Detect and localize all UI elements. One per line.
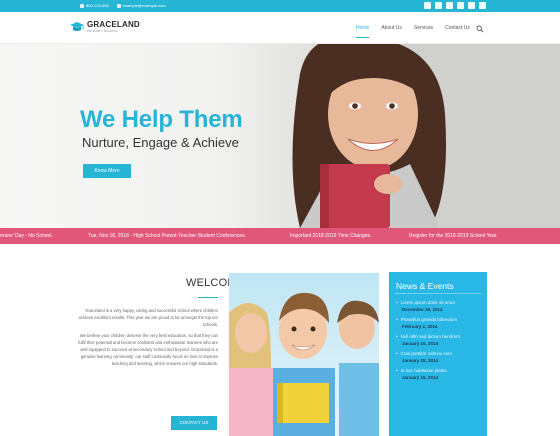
hero-title: We Help Them xyxy=(80,106,243,133)
brand-tagline: PRIMARY SCHOOL xyxy=(87,29,119,33)
ticker-item[interactable]: eterans' Day - No School. xyxy=(0,228,53,244)
news-ticker: eterans' Day - No School. Tue, Nov 18, 2… xyxy=(0,228,560,244)
news-events-panel: News & Events Lorem ipsum dolor sit amet… xyxy=(389,272,487,436)
twitter-icon[interactable] xyxy=(435,2,442,9)
news-item[interactable]: Nisl nibh sed dictum hendrerit January 1… xyxy=(396,334,482,347)
facebook-icon[interactable] xyxy=(424,2,431,9)
contact-info: 800-123-456 example@example.com xyxy=(80,0,166,12)
welcome-text: Graceland is a very happy, caring and su… xyxy=(72,307,218,371)
email-contact[interactable]: example@example.com xyxy=(116,0,166,12)
nav-contact-us[interactable]: Contact Us xyxy=(445,25,470,34)
logo[interactable]: GRACELAND PRIMARY SCHOOL xyxy=(70,21,140,33)
site-header: GRACELAND PRIMARY SCHOOL Home About Us S… xyxy=(0,12,560,44)
news-item-date: December 29, 2014 xyxy=(402,306,443,312)
brand-name: GRACELAND xyxy=(87,20,140,29)
google-plus-icon[interactable] xyxy=(457,2,464,9)
mail-icon xyxy=(116,4,121,8)
news-item[interactable]: Lorem ipsum dolor sit amet December 29, … xyxy=(396,300,482,313)
welcome-paragraph: Graceland is a very happy, caring and su… xyxy=(78,308,218,327)
nav-home[interactable]: Home xyxy=(356,25,370,38)
kids-photo xyxy=(229,273,379,436)
social-links xyxy=(424,2,486,9)
kids-image xyxy=(229,292,379,436)
phone-contact[interactable]: 800-123-456 xyxy=(80,0,109,12)
search-icon[interactable] xyxy=(476,25,484,33)
news-item-date: January 15, 2014 xyxy=(402,340,439,346)
nav-about-us[interactable]: About Us xyxy=(381,25,402,34)
news-item-date: February 2, 2014 xyxy=(402,323,438,329)
ticker-item[interactable]: Important 2018-2019 Time Changes. xyxy=(290,228,371,244)
news-item[interactable]: Cras porttitor velit eu sem January 15, … xyxy=(396,351,482,364)
linkedin-icon[interactable] xyxy=(446,2,453,9)
pinterest-icon[interactable] xyxy=(468,2,475,9)
top-bar: 800-123-456 example@example.com xyxy=(0,0,560,12)
news-item[interactable]: Phasellus gravida bibendum February 2, 2… xyxy=(396,317,482,330)
nav-services[interactable]: Services xyxy=(414,25,433,34)
hero-subtitle: Nurture, Engage & Achieve xyxy=(82,135,239,150)
welcome-paragraph: We believe your children deserve the ver… xyxy=(78,333,218,366)
main-nav: Home About Us Services Contact Us xyxy=(356,25,470,38)
contact-us-button[interactable]: CONTACT US xyxy=(171,416,217,430)
ticker-item[interactable]: Register for the 2018-2019 School Year. xyxy=(409,228,498,244)
email-text: example@example.com xyxy=(122,3,166,8)
news-item-date: January 15, 2014 xyxy=(402,374,439,380)
phone-text: 800-123-456 xyxy=(86,3,109,8)
graduation-cap-icon xyxy=(70,22,84,31)
youtube-icon[interactable] xyxy=(479,2,486,9)
welcome-divider xyxy=(198,297,218,298)
news-item[interactable]: In hac habitasse platea January 15, 2014 xyxy=(396,368,482,381)
ticker-item[interactable]: Tue, Nov 18, 2018 - High School Parent-T… xyxy=(88,228,246,244)
phone-icon xyxy=(80,4,84,8)
hero-banner: We Help Them Nurture, Engage & Achieve K… xyxy=(0,44,560,228)
news-item-date: January 15, 2014 xyxy=(402,357,439,363)
news-list: Lorem ipsum dolor sit amet December 29, … xyxy=(396,300,482,385)
news-divider xyxy=(395,293,481,294)
know-more-button[interactable]: Know More xyxy=(83,164,131,178)
news-title: News & Events xyxy=(396,281,454,291)
